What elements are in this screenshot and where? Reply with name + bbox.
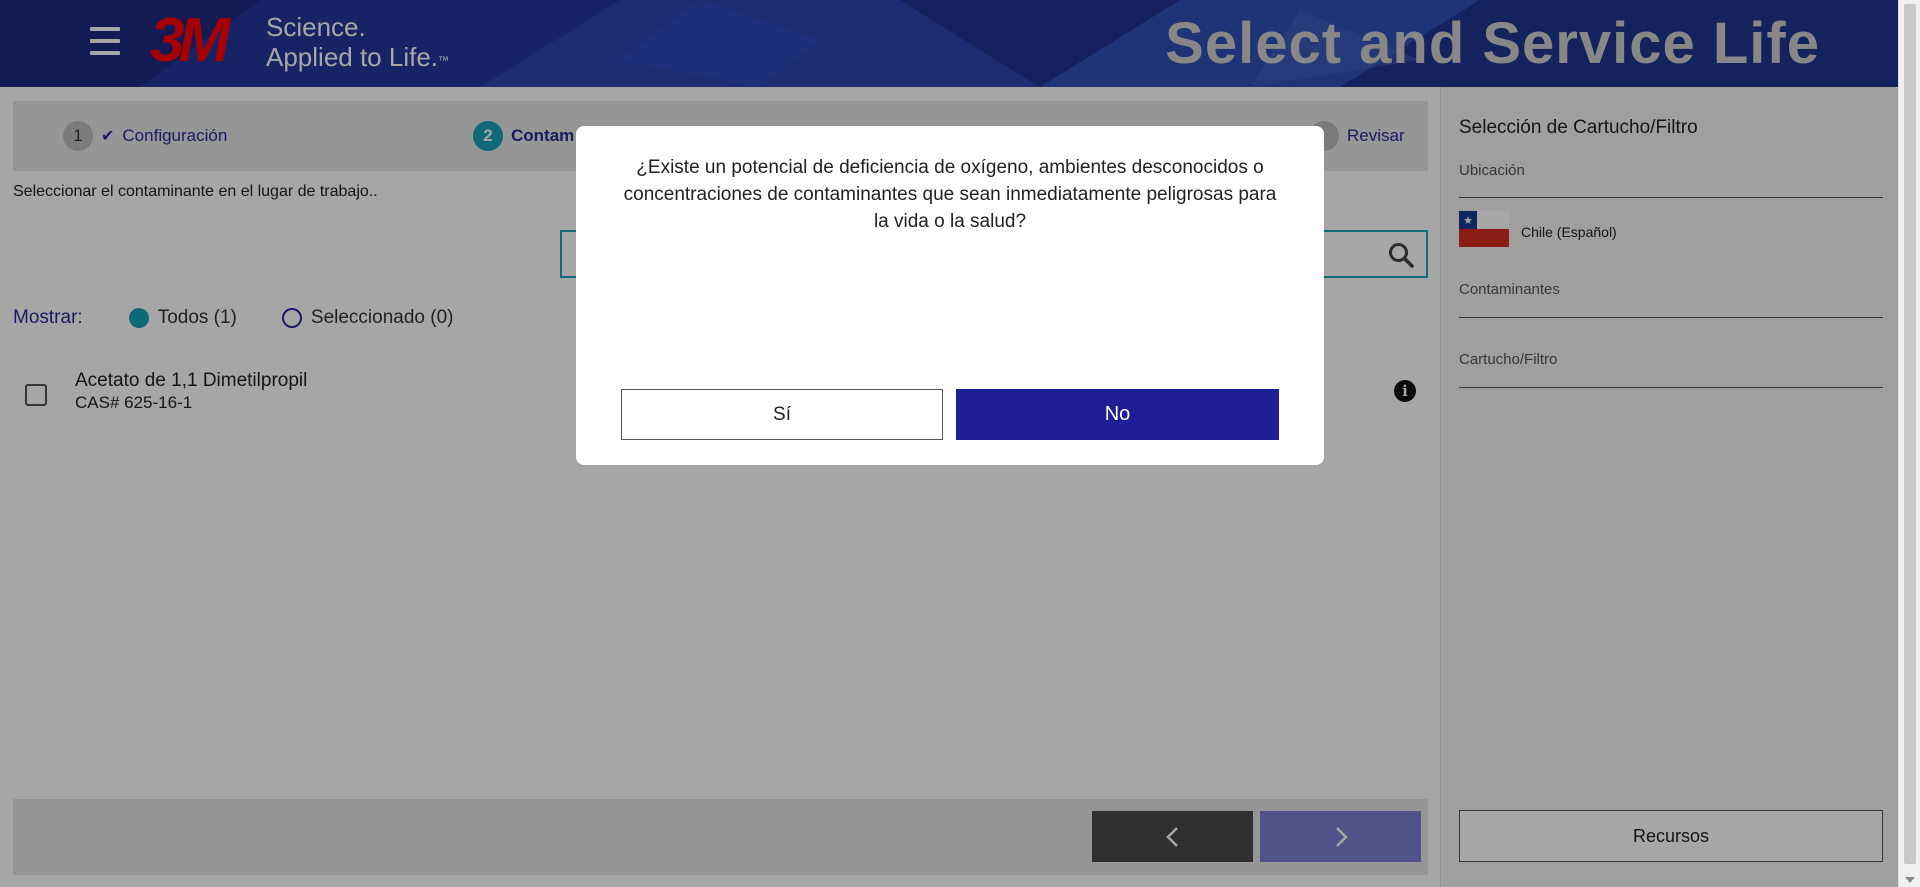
page-scrollbar[interactable] <box>1898 0 1920 887</box>
confirmation-dialog: ¿Existe un potencial de deficiencia de o… <box>576 126 1324 465</box>
scrollbar-thumb[interactable] <box>1904 4 1916 864</box>
dialog-question: ¿Existe un potencial de deficiencia de o… <box>623 157 1277 232</box>
scroll-down-icon[interactable] <box>1905 877 1915 883</box>
yes-button[interactable]: Sí <box>621 389 943 440</box>
no-button[interactable]: No <box>956 389 1279 440</box>
